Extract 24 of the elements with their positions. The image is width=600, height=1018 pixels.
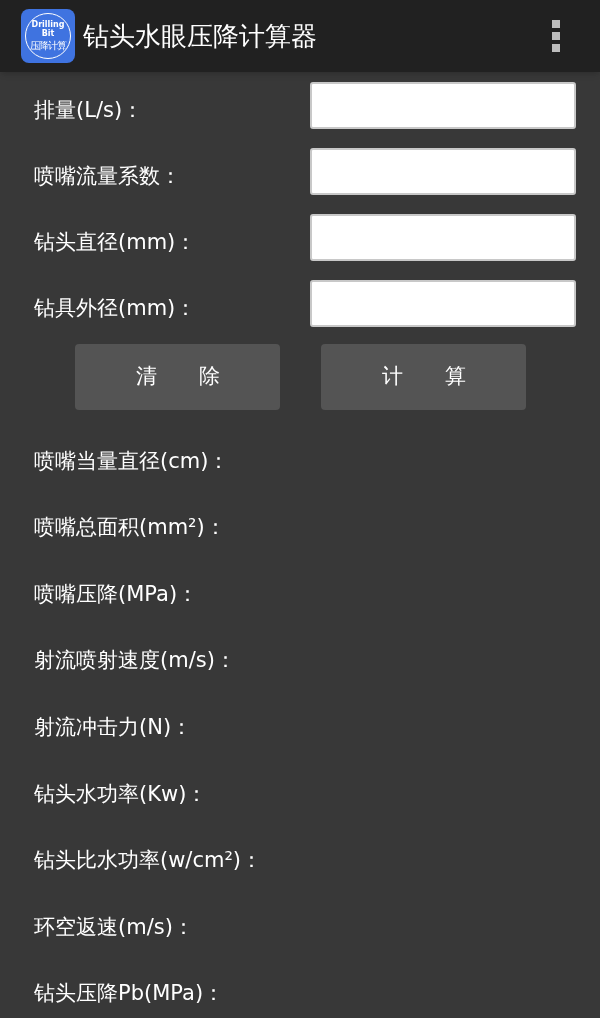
input-field[interactable] xyxy=(310,280,576,327)
app-title: 钻头水眼压降计算器 xyxy=(83,19,317,53)
field-label: 排量(L/s)： xyxy=(33,96,145,124)
input-field[interactable] xyxy=(310,214,576,261)
field-label: 钻具外径(mm)： xyxy=(33,294,198,322)
result-label: 射流喷射速度(m/s)： xyxy=(33,647,236,675)
result-label: 钻头压降Pb(MPa)： xyxy=(33,980,225,1008)
result-label: 喷嘴当量直径(cm)： xyxy=(33,447,230,475)
action-button[interactable]: 计 算 xyxy=(321,344,526,410)
result-label: 钻头比水功率(w/cm²)： xyxy=(33,847,263,875)
result-label: 环空返速(m/s)： xyxy=(33,913,194,941)
action-button[interactable]: 清 除 xyxy=(75,344,280,410)
result-label: 射流冲击力(N)： xyxy=(33,713,193,741)
input-field[interactable] xyxy=(310,148,576,195)
result-label: 喷嘴压降(MPa)： xyxy=(33,580,199,608)
overflow-menu-icon[interactable] xyxy=(552,20,560,52)
result-label: 喷嘴总面积(mm²)： xyxy=(33,514,226,542)
field-label: 钻头直径(mm)： xyxy=(33,228,198,256)
result-label: 钻头水功率(Kw)： xyxy=(33,780,208,808)
field-label: 喷嘴流量系数： xyxy=(33,162,182,190)
icon-text: Drilling xyxy=(31,20,65,29)
icon-text: Bit xyxy=(41,29,55,38)
input-field[interactable] xyxy=(310,82,576,129)
icon-text: 压降计算 xyxy=(30,40,66,52)
